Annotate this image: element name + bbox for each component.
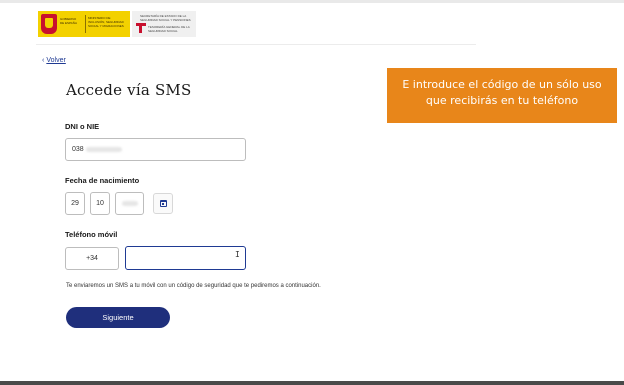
- social-security-logo: SECRETARÍA DE ESTADO DE LA SEGURIDAD SOC…: [132, 11, 196, 37]
- next-button[interactable]: Siguiente: [66, 307, 170, 328]
- instruction-banner: E introduce el código de un sólo uso que…: [387, 68, 617, 123]
- sms-info-text: Te enviaremos un SMS a tu móvil con un c…: [66, 283, 321, 289]
- dni-value: 038: [72, 146, 84, 153]
- page-title: Accede vía SMS: [66, 81, 192, 99]
- coat-of-arms-icon: [41, 14, 57, 34]
- phone-input[interactable]: I: [125, 246, 246, 270]
- government-text: GOBIERNO DE ESPAÑA: [60, 17, 77, 25]
- calendar-icon: [160, 200, 167, 207]
- secretary-text: SECRETARÍA DE ESTADO DE LA SEGURIDAD SOC…: [140, 14, 191, 22]
- phone-label: Teléfono móvil: [65, 230, 118, 239]
- redacted-text: [85, 146, 122, 152]
- birth-year-input[interactable]: [115, 192, 144, 215]
- dni-label: DNI o NIE: [65, 122, 100, 131]
- birth-month-input[interactable]: 10: [90, 192, 110, 215]
- government-logo: GOBIERNO DE ESPAÑA MINISTERIO DE INCLUSI…: [38, 11, 130, 37]
- treasury-text: TESORERÍA GENERAL DE LA SEGURIDAD SOCIAL: [148, 25, 190, 33]
- bottom-border: [0, 381, 624, 385]
- back-link[interactable]: ‹ Volver: [42, 57, 66, 64]
- phone-prefix-select[interactable]: +34: [65, 247, 119, 270]
- birth-date-label: Fecha de nacimiento: [65, 176, 140, 185]
- site-header: GOBIERNO DE ESPAÑA MINISTERIO DE INCLUSI…: [36, 9, 201, 41]
- text-cursor-icon: I: [235, 250, 240, 259]
- top-border: [0, 0, 624, 3]
- dni-input[interactable]: 038: [65, 138, 246, 161]
- redacted-text: [121, 200, 138, 206]
- back-link-label: Volver: [46, 57, 66, 64]
- social-security-icon: [136, 23, 146, 33]
- header-divider: [36, 44, 476, 45]
- chevron-left-icon: ‹: [42, 57, 45, 64]
- ministry-text: MINISTERIO DE INCLUSIÓN, SEGURIDAD SOCIA…: [88, 16, 124, 28]
- logo-divider: [85, 15, 86, 33]
- birth-day-input[interactable]: 29: [65, 192, 85, 215]
- calendar-button[interactable]: [153, 193, 173, 214]
